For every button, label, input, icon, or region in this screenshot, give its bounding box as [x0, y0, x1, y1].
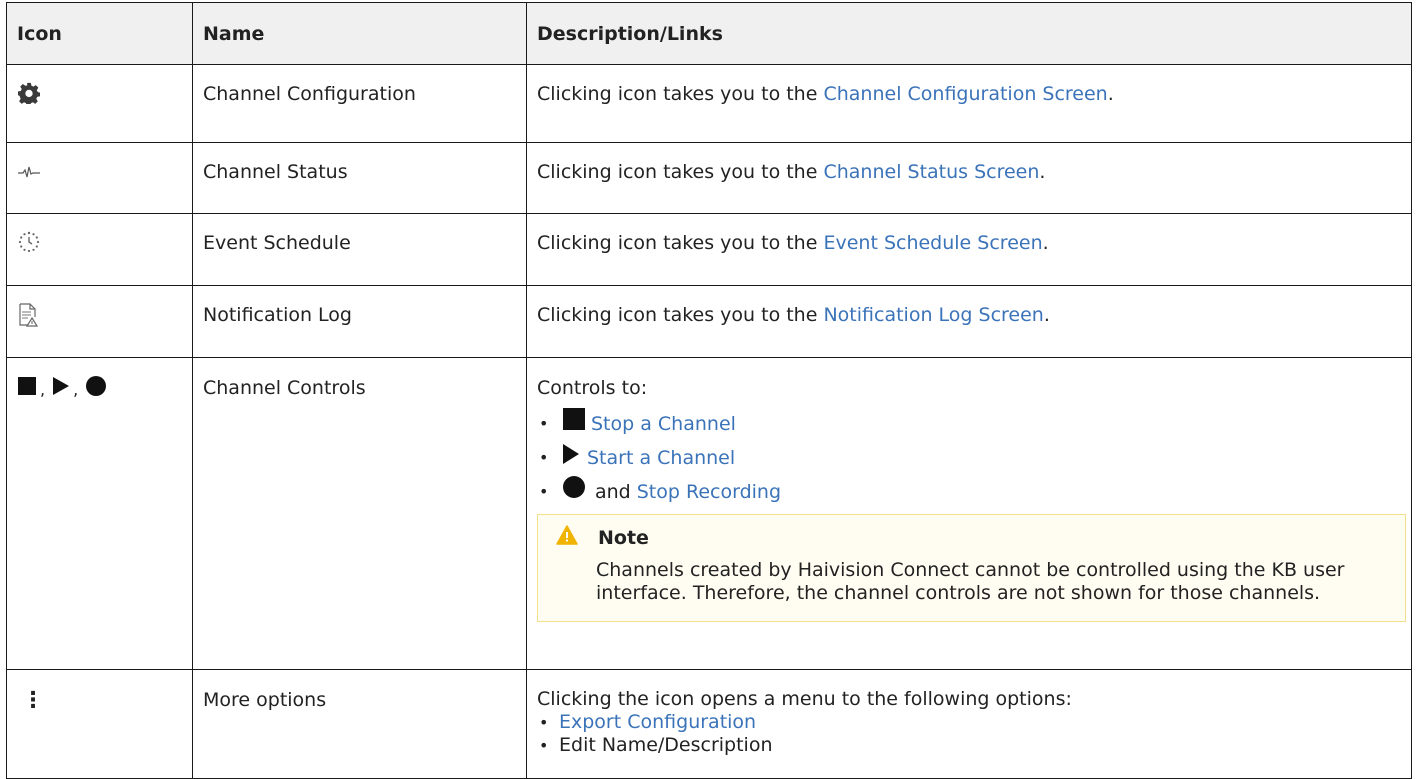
table-row: Channel Configuration Clicking icon take… — [6, 64, 1412, 143]
table-row: Event Schedule Clicking icon takes you t… — [6, 213, 1412, 286]
bullet: • — [539, 414, 549, 433]
list-item: • and Stop Recording — [539, 470, 1401, 504]
description-suffix: . — [1107, 83, 1114, 105]
more-options-icon: ⋮ — [22, 687, 44, 713]
note-header: Note — [556, 525, 1387, 551]
description-suffix: . — [1043, 304, 1050, 326]
channel-status-link[interactable]: Channel Status Screen — [823, 161, 1039, 183]
row-name: Channel Configuration — [192, 64, 527, 143]
edit-name-description: Edit Name/Description — [559, 734, 773, 756]
note-panel: Note Channels created by Haivision Conne… — [537, 514, 1406, 622]
list-item: • Edit Name/Description — [539, 734, 1401, 757]
start-channel-link[interactable]: Start a Channel — [587, 446, 735, 470]
row-description: Clicking icon takes you to the Channel C… — [526, 64, 1412, 143]
description-suffix: . — [1042, 232, 1049, 254]
note-body: Channels created by Haivision Connect ca… — [596, 559, 1345, 604]
table-row: Channel Status Clicking icon takes you t… — [6, 142, 1412, 214]
play-icon — [53, 377, 70, 401]
row-description: Controls to: • Stop a Channel • Start a Ch… — [526, 357, 1412, 670]
options-list: • Export Configuration • Edit Name/Descrip… — [537, 711, 1401, 757]
bullet: • — [539, 482, 549, 501]
icon-cell — [6, 213, 193, 286]
description-text: Clicking icon takes you to the — [537, 304, 824, 326]
header-description: Description/Links — [526, 2, 1412, 65]
gear-icon — [18, 82, 40, 110]
row-name: Notification Log — [192, 285, 527, 358]
schedule-clock-icon — [18, 231, 40, 259]
row-description: Clicking icon takes you to the Channel S… — [526, 142, 1412, 214]
event-schedule-link[interactable]: Event Schedule Screen — [823, 232, 1042, 254]
controls-intro: Controls to: — [537, 377, 648, 399]
row-name: Event Schedule — [192, 213, 527, 286]
header-row: Icon Name Description/Links — [6, 2, 1412, 65]
icon-cell — [6, 142, 193, 214]
log-warning-icon — [18, 303, 39, 333]
header-name: Name — [192, 2, 527, 65]
description-text: Clicking icon takes you to the — [537, 232, 824, 254]
icons-table: Icon Name Description/Links Channel Conf… — [6, 2, 1412, 779]
row-name: Channel Status — [192, 142, 527, 214]
table-row: ⋮ More options Clicking the icon opens a… — [6, 669, 1412, 779]
record-icon — [563, 476, 585, 504]
channel-configuration-link[interactable]: Channel Configuration Screen — [823, 83, 1107, 105]
bullet: • — [539, 713, 549, 732]
row-name: More options — [192, 669, 527, 779]
table-row: ,, Channel Controls Controls to: • Stop a… — [6, 357, 1412, 670]
stop-channel-link[interactable]: Stop a Channel — [591, 412, 736, 436]
row-description: Clicking icon takes you to the Notificat… — [526, 285, 1412, 358]
icon-cell — [6, 64, 193, 143]
row-name: Channel Controls — [192, 357, 527, 670]
list-item: • Stop a Channel — [539, 402, 1401, 436]
stop-recording-link[interactable]: Stop Recording — [637, 480, 781, 504]
bullet: • — [539, 448, 549, 467]
controls-list: • Stop a Channel • Start a Channel • and Sto… — [537, 402, 1401, 504]
bullet: • — [539, 736, 549, 755]
row-description: Clicking the icon opens a menu to the fo… — [526, 669, 1412, 779]
record-and-text: and — [595, 481, 631, 503]
header-icon: Icon — [6, 2, 193, 65]
warning-icon — [556, 525, 598, 551]
note-title: Note — [598, 527, 649, 549]
icon-separator: , — [73, 380, 79, 399]
more-intro: Clicking the icon opens a menu to the fo… — [537, 688, 1072, 710]
pulse-icon — [18, 161, 40, 185]
export-configuration-link[interactable]: Export Configuration — [559, 711, 756, 734]
table-row: Notification Log Clicking icon takes you… — [6, 285, 1412, 358]
list-item: • Export Configuration — [539, 711, 1401, 734]
icon-cell: ,, — [6, 357, 193, 670]
stop-icon — [18, 377, 36, 401]
play-icon — [563, 444, 579, 470]
description-text: Clicking icon takes you to the — [537, 161, 824, 183]
icon-separator: , — [40, 380, 46, 399]
icon-cell: ⋮ — [6, 669, 193, 779]
notification-log-link[interactable]: Notification Log Screen — [823, 304, 1043, 326]
description-text: Clicking icon takes you to the — [537, 83, 824, 105]
record-icon — [86, 376, 107, 402]
stop-icon — [563, 408, 585, 436]
icon-cell — [6, 285, 193, 358]
row-description: Clicking icon takes you to the Event Sch… — [526, 213, 1412, 286]
list-item: • Start a Channel — [539, 436, 1401, 470]
description-suffix: . — [1039, 161, 1046, 183]
